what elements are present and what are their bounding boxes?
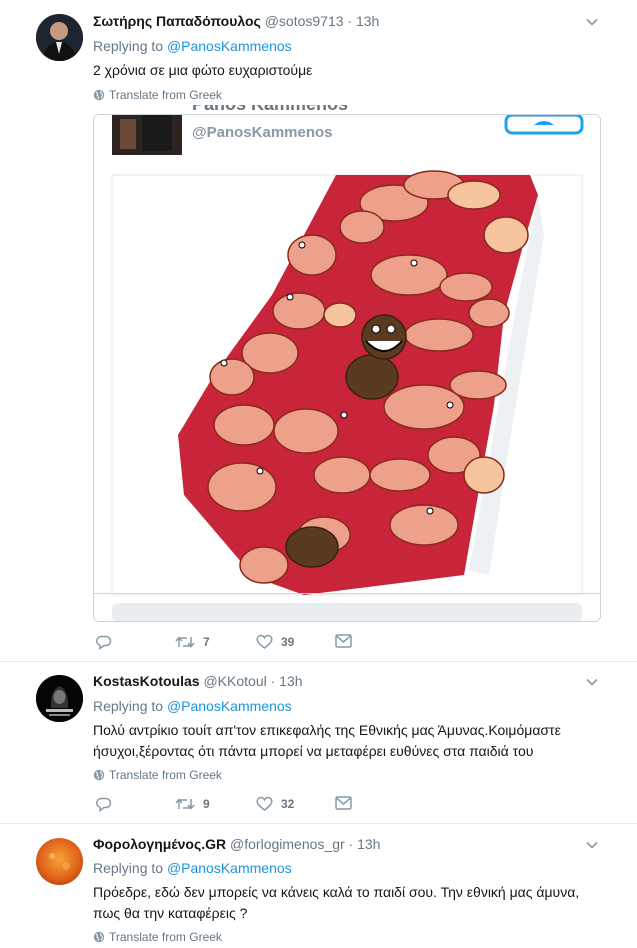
like-count: 32 [281, 797, 295, 811]
replying-to-link[interactable]: @PanosKammenos [167, 698, 292, 714]
tweet-text: Πολύ αντρίκιο τουίτ απ'τον επικεφαλής τη… [93, 720, 603, 762]
separator-dot: · [270, 673, 276, 689]
like-button[interactable]: 32 [256, 796, 294, 812]
tweet-text-line: Πρόεδρε, εδώ δεν μπορείς να κάνεις καλά … [93, 884, 580, 900]
replying-to-prefix: Replying to [93, 698, 164, 714]
retweet-icon [175, 798, 195, 810]
avatar[interactable] [36, 675, 83, 722]
tweet-3[interactable]: Φορολογημένος.GR @forlogimenos_gr · 13h … [0, 824, 637, 948]
translate-label: Translate from Greek [109, 930, 222, 944]
timestamp[interactable]: 13h [357, 836, 380, 852]
tweet-2[interactable]: KostasKotoulas @KKotoul · 13h Replying t… [0, 662, 637, 824]
like-button[interactable]: 39 [256, 634, 294, 650]
tweet-header: Σωτήρης Παπαδόπουλος @sotos9713 · 13h [93, 13, 379, 29]
tweet-header: KostasKotoulas @KKotoul · 13h [93, 673, 303, 689]
replying-to: Replying to @PanosKammenos [93, 698, 292, 714]
tweet-text: Πρόεδρε, εδώ δεν μπορείς να κάνεις καλά … [93, 882, 603, 924]
tweet-actions: 9 32 [93, 796, 393, 816]
dm-icon [335, 796, 352, 810]
user-handle[interactable]: @forlogimenos_gr [230, 836, 345, 852]
display-name[interactable]: Φορολογημένος.GR [93, 836, 226, 852]
dm-icon [335, 634, 352, 648]
avatar[interactable] [36, 14, 83, 61]
reply-button[interactable] [96, 796, 112, 812]
tweet-text-line: πως θα την καταφέρεις ? [93, 905, 248, 921]
display-name[interactable]: KostasKotoulas [93, 673, 200, 689]
tweet-actions: 7 39 [93, 634, 393, 654]
like-icon [256, 796, 273, 811]
avatar[interactable] [36, 838, 83, 885]
media-image[interactable] [93, 114, 601, 622]
translate-link[interactable]: Translate from Greek [93, 768, 222, 782]
replying-to-link[interactable]: @PanosKammenos [167, 38, 292, 54]
dm-button[interactable] [335, 796, 352, 810]
tweet-text-line: Πολύ αντρίκιο τουίτ απ'τον επικεφαλής τη… [93, 722, 561, 738]
chevron-down-icon[interactable] [585, 675, 599, 689]
translate-link[interactable]: Translate from Greek [93, 88, 222, 102]
globe-icon [93, 89, 105, 101]
replying-to-prefix: Replying to [93, 860, 164, 876]
embedded-name: Panos Kammenos [192, 94, 349, 114]
reply-button[interactable] [96, 634, 112, 650]
tweet-text-line: ήσυχοι,ξέροντας ότι πάντα μπορεί να μετα… [93, 743, 534, 759]
translate-link[interactable]: Translate from Greek [93, 930, 222, 944]
tweet-text: 2 χρόνια σε μια φώτο ευχαριστούμε [93, 62, 313, 78]
translate-label: Translate from Greek [109, 88, 222, 102]
display-name[interactable]: Σωτήρης Παπαδόπουλος [93, 13, 261, 29]
reply-icon [96, 635, 112, 650]
globe-icon [93, 931, 105, 943]
separator-dot: · [348, 836, 354, 852]
chevron-down-icon[interactable] [585, 838, 599, 852]
tweet-1[interactable]: Σωτήρης Παπαδόπουλος @sotos9713 · 13h Re… [0, 0, 637, 662]
like-count: 39 [281, 635, 295, 649]
replying-to-prefix: Replying to [93, 38, 164, 54]
retweet-count: 9 [203, 797, 210, 811]
separator-dot: · [347, 13, 353, 29]
tweet-header: Φορολογημένος.GR @forlogimenos_gr · 13h [93, 836, 380, 852]
retweet-button[interactable]: 9 [175, 796, 210, 812]
like-icon [256, 634, 273, 649]
retweet-icon [175, 636, 195, 648]
retweet-count: 7 [203, 635, 210, 649]
globe-icon [93, 769, 105, 781]
user-handle[interactable]: @sotos9713 [265, 13, 344, 29]
replying-to: Replying to @PanosKammenos [93, 860, 292, 876]
timestamp[interactable]: 13h [279, 673, 302, 689]
chevron-down-icon[interactable] [585, 15, 599, 29]
replying-to: Replying to @PanosKammenos [93, 38, 292, 54]
dm-button[interactable] [335, 634, 352, 648]
replying-to-link[interactable]: @PanosKammenos [167, 860, 292, 876]
retweet-button[interactable]: 7 [175, 634, 210, 650]
translate-label: Translate from Greek [109, 768, 222, 782]
timestamp[interactable]: 13h [356, 13, 379, 29]
user-handle[interactable]: @KKotoul [203, 673, 266, 689]
reply-icon [96, 797, 112, 812]
embedded-handle: @PanosKammenos [192, 124, 333, 141]
